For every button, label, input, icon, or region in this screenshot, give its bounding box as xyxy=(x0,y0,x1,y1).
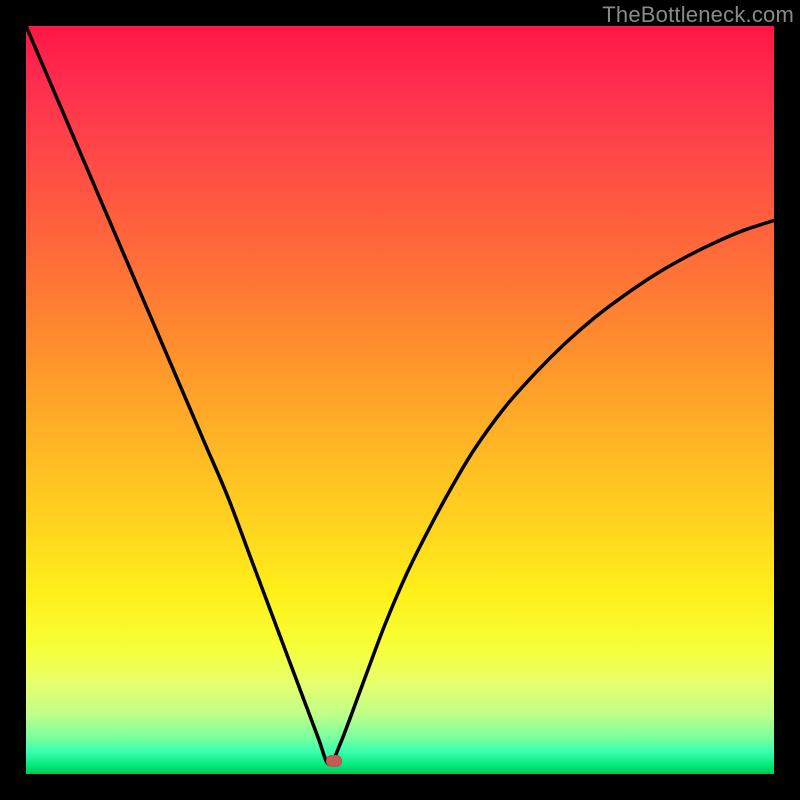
watermark-text: TheBottleneck.com xyxy=(602,2,794,28)
bottleneck-curve xyxy=(26,26,774,774)
optimal-point-marker xyxy=(326,755,342,767)
chart-plot-area xyxy=(26,26,774,774)
chart-frame: TheBottleneck.com xyxy=(0,0,800,800)
